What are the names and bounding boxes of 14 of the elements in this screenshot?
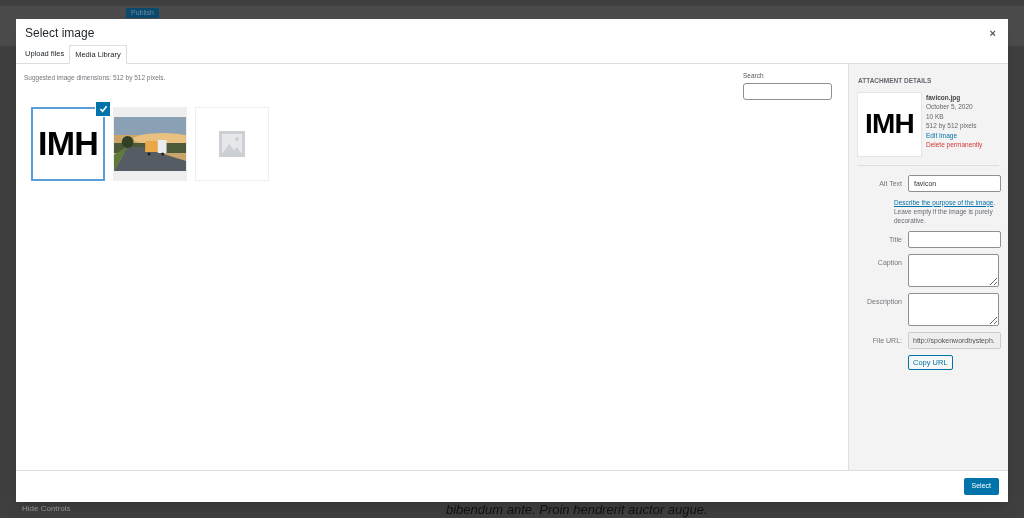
- close-button[interactable]: ×: [989, 24, 999, 42]
- attachment-thumbnail[interactable]: IMH: [31, 106, 105, 181]
- text-area[interactable]: [908, 292, 999, 326]
- text-field[interactable]: [908, 230, 1001, 248]
- image-placeholder-icon: [219, 130, 245, 157]
- attachment-thumbnail[interactable]: [195, 106, 269, 181]
- text-area[interactable]: [908, 253, 999, 287]
- attachment-thumbnail[interactable]: [113, 106, 187, 181]
- dialog-title: Select image: [25, 25, 95, 42]
- search-field[interactable]: [743, 82, 832, 100]
- check-icon[interactable]: [96, 101, 110, 116]
- logo-text: IMH: [864, 107, 915, 142]
- hide-controls-text[interactable]: Hide Controls: [22, 503, 71, 515]
- logo-text: IMH: [38, 123, 98, 165]
